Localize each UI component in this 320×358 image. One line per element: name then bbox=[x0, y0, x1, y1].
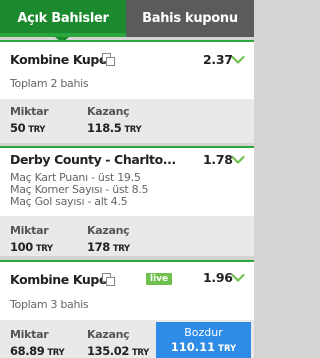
return-amount: 135.02 TRY bbox=[87, 344, 149, 358]
stake-label: Miktar bbox=[10, 328, 49, 341]
return-value: 178 bbox=[87, 240, 110, 254]
stake-currency: TRY bbox=[47, 348, 65, 358]
bet-card[interactable]: Derby County - Charlto... 1.78 Maç Kart … bbox=[0, 146, 254, 256]
card-accent-strip bbox=[0, 40, 254, 42]
cashout-value: 110.11 bbox=[170, 340, 216, 354]
stake-amount: 50 TRY bbox=[10, 121, 45, 135]
bet-tabs: Açık Bahisler Bahis kuponu bbox=[0, 0, 254, 37]
cashout-label: Bozdur bbox=[184, 326, 223, 339]
cashout-button[interactable]: Bozdur 110.11 TRY bbox=[156, 322, 251, 358]
tab-bet-slip-label: Bahis kuponu bbox=[142, 11, 238, 26]
bet-title: Kombine Kupon bbox=[10, 272, 116, 287]
card-accent-strip bbox=[0, 260, 254, 262]
stake-amount: 68.89 TRY bbox=[10, 344, 65, 358]
selection-item: Maç Kart Puanı - üst 19.5 bbox=[10, 171, 141, 184]
return-value: 118.5 bbox=[87, 121, 122, 135]
bet-title: Kombine Kupon bbox=[10, 52, 116, 67]
chevron-down-icon[interactable] bbox=[231, 155, 245, 165]
stake-label: Miktar bbox=[10, 105, 49, 118]
stake-amount: 100 TRY bbox=[10, 240, 53, 254]
bet-card[interactable]: Kombine Kupon 2.37 Toplam 2 bahis Miktar… bbox=[0, 40, 254, 143]
return-label: Kazanç bbox=[87, 105, 130, 118]
total-odds: 2.37 bbox=[203, 52, 233, 67]
return-currency: TRY bbox=[112, 244, 130, 254]
bet-card[interactable]: Kombine Kupon live 1.96 Toplam 3 bahis M… bbox=[0, 260, 254, 358]
return-value: 135.02 bbox=[87, 344, 129, 358]
cashout-currency: TRY bbox=[218, 344, 237, 354]
stake-label: Miktar bbox=[10, 224, 49, 237]
tab-open-bets-label: Açık Bahisler bbox=[17, 11, 109, 26]
tab-bet-slip[interactable]: Bahis kuponu bbox=[126, 0, 254, 37]
stake-value: 68.89 bbox=[10, 344, 45, 358]
total-odds: 1.96 bbox=[203, 270, 233, 285]
return-currency: TRY bbox=[124, 125, 142, 135]
total-odds: 1.78 bbox=[203, 152, 233, 167]
stake-currency: TRY bbox=[35, 244, 53, 254]
return-label: Kazanç bbox=[87, 328, 130, 341]
bet-title: Derby County - Charlto... bbox=[10, 152, 176, 167]
stake-value: 50 bbox=[10, 121, 26, 135]
bet-count: Toplam 2 bahis bbox=[10, 77, 89, 90]
bet-footer: Miktar 100 TRY Kazanç 178 TRY bbox=[0, 216, 254, 256]
cashout-amount: 110.11 TRY bbox=[156, 339, 251, 354]
tab-open-bets[interactable]: Açık Bahisler bbox=[0, 0, 126, 37]
return-amount: 178 TRY bbox=[87, 240, 130, 254]
selection-item: Maç Gol sayısı - alt 4.5 bbox=[10, 195, 128, 208]
stake-currency: TRY bbox=[28, 125, 46, 135]
return-amount: 118.5 TRY bbox=[87, 121, 142, 135]
return-label: Kazanç bbox=[87, 224, 130, 237]
selection-item: Maç Korner Sayısı - üst 8.5 bbox=[10, 183, 149, 196]
stake-value: 100 bbox=[10, 240, 33, 254]
return-currency: TRY bbox=[131, 348, 149, 358]
chevron-down-icon[interactable] bbox=[231, 273, 245, 283]
copy-icon[interactable] bbox=[102, 53, 115, 66]
card-accent-strip bbox=[0, 146, 254, 148]
live-badge: live bbox=[146, 273, 173, 285]
copy-icon[interactable] bbox=[102, 273, 115, 286]
bet-footer: Miktar 50 TRY Kazanç 118.5 TRY bbox=[0, 99, 254, 143]
bet-count: Toplam 3 bahis bbox=[10, 298, 89, 311]
chevron-down-icon[interactable] bbox=[231, 55, 245, 65]
bet-footer: Miktar 68.89 TRY Kazanç 135.02 TRY Bozdur … bbox=[0, 320, 254, 358]
